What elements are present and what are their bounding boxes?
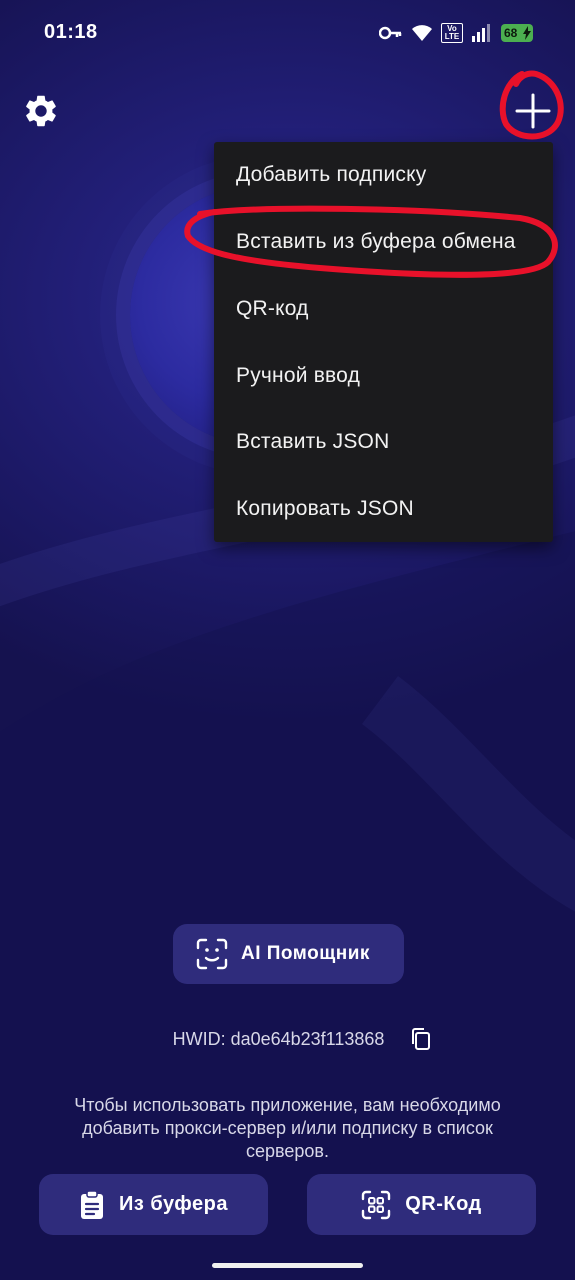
- charging-icon: [523, 26, 531, 40]
- from-clipboard-label: Из буфера: [118, 1193, 229, 1215]
- status-time: 01:18: [44, 21, 98, 43]
- add-button[interactable]: [512, 90, 554, 132]
- volte-badge: Vo LTE: [441, 23, 463, 43]
- status-icons: Vo LTE 68: [379, 20, 533, 46]
- empty-state-hint: Чтобы использовать приложение, вам необх…: [74, 1095, 501, 1161]
- battery-indicator: 68: [501, 24, 533, 42]
- ai-assistant-button[interactable]: AI Помощник: [173, 924, 404, 984]
- qr-code-button[interactable]: QR-Код: [307, 1174, 536, 1235]
- face-scan-icon: [196, 938, 228, 970]
- vpn-key-icon: [379, 26, 402, 40]
- hwid-text: HWID: da0e64b23f113868: [172, 1028, 385, 1049]
- settings-button[interactable]: [22, 92, 60, 130]
- gear-icon: [26, 95, 56, 127]
- wifi-icon: [412, 25, 432, 41]
- menu-item-copy-json[interactable]: Копировать JSON: [214, 476, 553, 542]
- menu-item-qr-code[interactable]: QR-код: [214, 276, 553, 342]
- plus-icon: [515, 93, 551, 129]
- status-bar: 01:18 Vo LTE 68: [0, 0, 575, 66]
- qr-code-label: QR-Код: [405, 1193, 482, 1215]
- menu-item-add-subscription[interactable]: Добавить подписку: [214, 142, 553, 208]
- clipboard-icon: [80, 1189, 103, 1219]
- from-clipboard-button[interactable]: Из буфера: [39, 1174, 268, 1235]
- menu-item-paste-json[interactable]: Вставить JSON: [214, 409, 553, 475]
- home-indicator[interactable]: [212, 1263, 363, 1268]
- signal-icon: [472, 24, 490, 42]
- menu-item-manual-entry[interactable]: Ручной ввод: [214, 343, 553, 409]
- hwid-row: HWID: da0e64b23f113868: [0, 1024, 575, 1054]
- copy-icon[interactable]: [410, 1027, 432, 1051]
- menu-item-paste-clipboard[interactable]: Вставить из буфера обмена: [214, 209, 553, 275]
- ai-assistant-label: AI Помощник: [241, 943, 370, 964]
- add-menu: Добавить подписку Вставить из буфера обм…: [214, 142, 553, 542]
- battery-level: 68: [504, 26, 518, 40]
- qr-scan-icon: [362, 1190, 391, 1219]
